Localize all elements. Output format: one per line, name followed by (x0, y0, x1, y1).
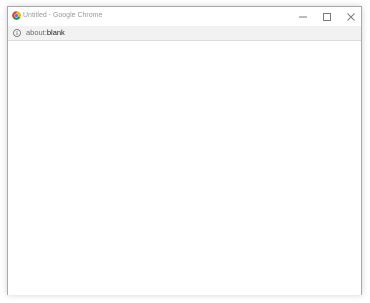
window-title: Untitled - Google Chrome (23, 12, 103, 19)
browser-window: Untitled - Google Chrome about:blank (7, 6, 362, 295)
address-bar[interactable]: about:blank (8, 26, 361, 41)
chrome-logo-icon (12, 11, 21, 20)
maximize-button[interactable] (315, 7, 339, 26)
info-icon[interactable] (13, 29, 21, 37)
close-icon (347, 12, 355, 21)
maximize-icon (323, 12, 331, 21)
close-button[interactable] (339, 7, 363, 26)
url-path: blank (46, 28, 65, 37)
url-scheme: about: (26, 28, 47, 37)
url-text[interactable]: about:blank (26, 28, 65, 38)
title-bar[interactable]: Untitled - Google Chrome (8, 7, 361, 26)
minimize-button[interactable] (291, 7, 315, 26)
minimize-icon (299, 16, 307, 17)
page-content[interactable] (8, 41, 361, 295)
